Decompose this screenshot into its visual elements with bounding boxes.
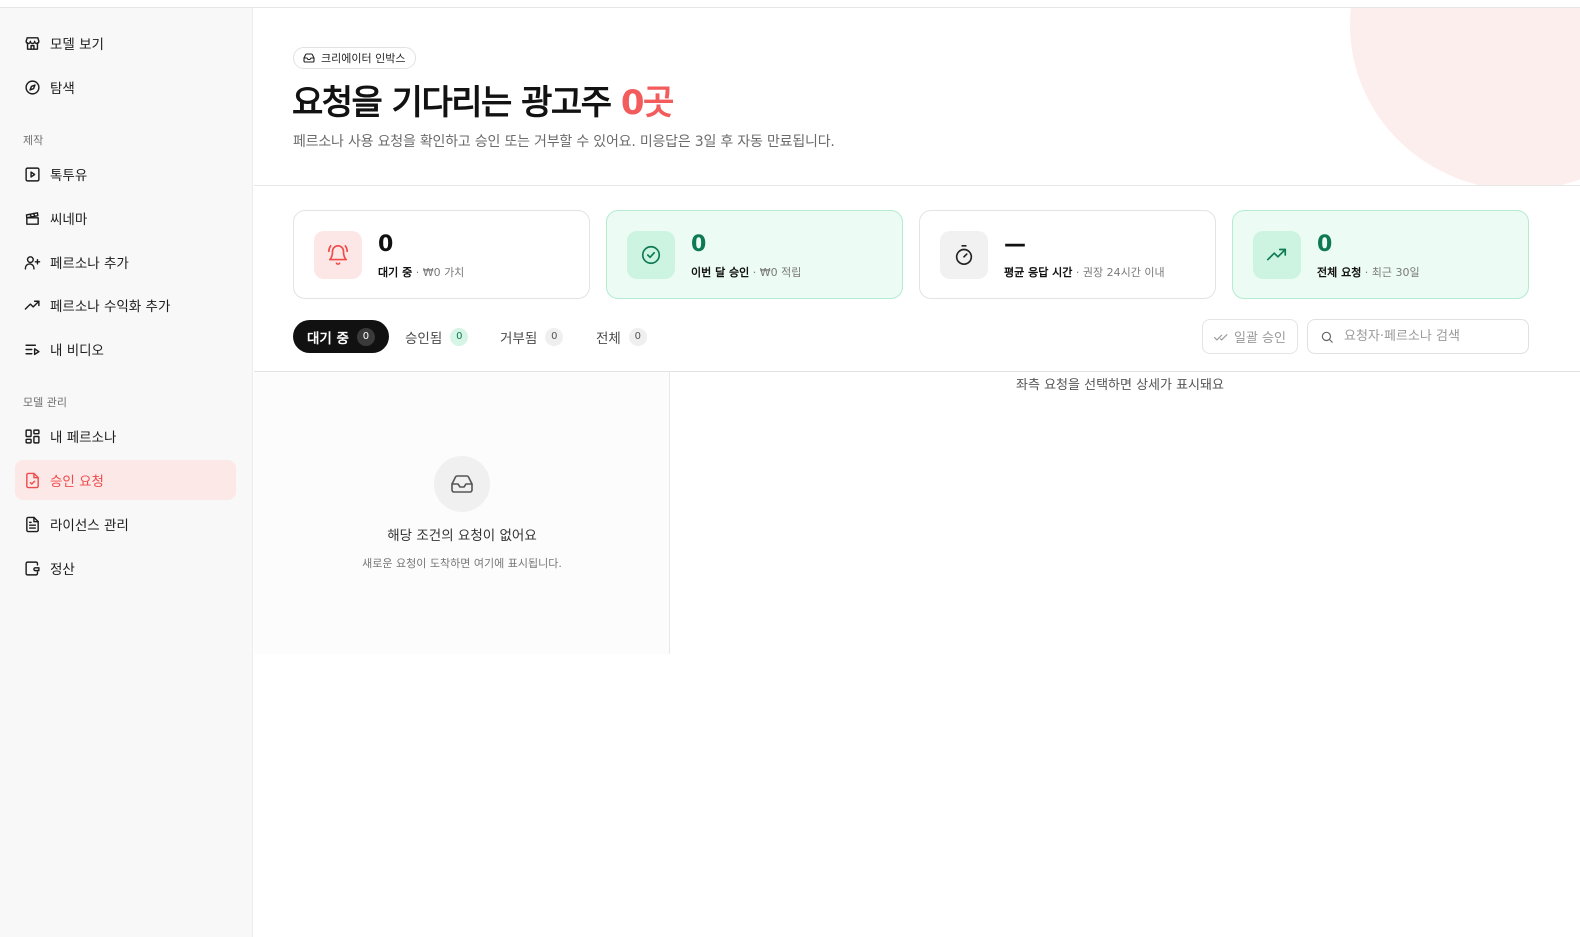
tab-label: 거부됨 (500, 330, 538, 347)
check-circle-icon (627, 231, 675, 279)
search-input[interactable] (1344, 329, 1514, 344)
stat-label: 이번 달 승인 (691, 266, 750, 279)
sidebar-item-model-view[interactable]: 모델 보기 (15, 23, 236, 63)
stat-note: · ₩0 적립 (749, 266, 802, 279)
bulk-approve-label: 일괄 승인 (1234, 331, 1286, 346)
tab-all[interactable]: 전체 0 (596, 320, 647, 353)
inbox-icon (303, 52, 315, 64)
page-header: 크리에이터 인박스 요청을 기다리는 광고주 0곳 페르소나 사용 요청을 확인… (254, 8, 1580, 186)
tab-count-badge: 0 (450, 327, 469, 346)
page-title: 요청을 기다리는 광고주 0곳 (292, 75, 674, 124)
sidebar-item-label: 내 페르소나 (50, 430, 117, 446)
creator-inbox-badge: 크리에이터 인박스 (293, 47, 417, 69)
sidebar-item-talk-to-you[interactable]: 톡투유 (15, 154, 236, 194)
stat-caption: 평균 응답 시간 · 권장 24시간 이내 (1004, 264, 1165, 280)
tab-pending[interactable]: 대기 중 0 (293, 320, 389, 353)
compass-icon (24, 79, 41, 96)
sidebar-item-cinema[interactable]: 씨네마 (15, 198, 236, 238)
sidebar-item-explore[interactable]: 탐색 (15, 67, 236, 107)
sidebar-item-settlement[interactable]: 정산 (15, 548, 236, 588)
sidebar-item-label: 내 비디오 (50, 343, 104, 359)
page-title-count: 0곳 (620, 83, 674, 123)
bulk-approve-button[interactable]: 일괄 승인 (1202, 319, 1298, 354)
stat-note: · 최근 30일 (1361, 266, 1420, 279)
stat-caption: 대기 중 · ₩0 가치 (378, 264, 464, 280)
tab-label: 승인됨 (405, 330, 443, 347)
wallet-icon (24, 560, 41, 577)
stat-card-avg-response-time: — 평균 응답 시간 · 권장 24시간 이내 (919, 210, 1216, 299)
tab-approved[interactable]: 승인됨 0 (405, 320, 469, 353)
section-label-model-management: 모델 관리 (23, 396, 67, 409)
sidebar-item-add-persona[interactable]: 페르소나 추가 (15, 242, 236, 282)
trending-up-icon (24, 297, 41, 314)
search-icon (1321, 331, 1333, 343)
trending-up-icon (1253, 231, 1301, 279)
tab-label: 전체 (596, 330, 621, 347)
tab-label: 대기 중 (307, 330, 349, 347)
sidebar-item-label: 탐색 (50, 81, 75, 97)
page-title-text: 요청을 기다리는 광고주 (292, 83, 621, 123)
sidebar-item-my-videos[interactable]: 내 비디오 (15, 329, 236, 369)
stat-card-total-requests: 0 전체 요청 · 최근 30일 (1232, 210, 1529, 299)
double-check-icon (1214, 333, 1228, 340)
timer-icon (940, 231, 988, 279)
clapperboard-icon (24, 210, 41, 227)
stat-value: 0 (1317, 232, 1333, 257)
stat-card-approved-this-month: 0 이번 달 승인 · ₩0 적립 (606, 210, 903, 299)
sidebar-item-label: 톡투유 (50, 168, 88, 184)
sidebar-item-label: 페르소나 수익화 추가 (50, 299, 171, 315)
sidebar-item-label: 페르소나 추가 (50, 256, 129, 272)
sidebar-item-label: 정산 (50, 562, 75, 578)
sidebar-item-label: 라이선스 관리 (50, 518, 129, 534)
sidebar-item-label: 승인 요청 (50, 474, 104, 490)
sidebar-item-approval-requests[interactable]: 승인 요청 (15, 460, 236, 500)
layout-grid-icon (24, 428, 41, 445)
tab-count-badge: 0 (628, 327, 647, 346)
decorative-circle (1350, 8, 1580, 185)
stat-value: 0 (378, 232, 394, 257)
stat-note: · ₩0 가치 (412, 266, 465, 279)
user-plus-icon (24, 254, 41, 271)
tab-count-badge: 0 (356, 327, 375, 346)
stat-caption: 전체 요청 · 최근 30일 (1317, 264, 1420, 280)
sidebar: 모델 보기 탐색 제작 톡투유 씨네마 페르소나 추가 페르소나 수익화 추가 (0, 8, 253, 937)
stat-card-pending: 0 대기 중 · ₩0 가치 (293, 210, 590, 299)
file-text-icon (24, 516, 41, 533)
stat-caption: 이번 달 승인 · ₩0 적립 (691, 264, 801, 280)
empty-state-title: 해당 조건의 요청이 없어요 (387, 528, 537, 544)
stat-note: · 권장 24시간 이내 (1072, 266, 1165, 279)
badge-label: 크리에이터 인박스 (321, 52, 406, 65)
file-check-icon (24, 472, 41, 489)
stat-label: 전체 요청 (1317, 266, 1362, 279)
sidebar-item-label: 모델 보기 (50, 37, 104, 53)
request-list-panel: 해당 조건의 요청이 없어요 새로운 요청이 도착하면 여기에 표시됩니다. (254, 372, 670, 654)
tab-count-badge: 0 (545, 327, 564, 346)
sidebar-item-label: 씨네마 (50, 212, 88, 228)
tab-rejected[interactable]: 거부됨 0 (500, 320, 564, 353)
sidebar-item-license-management[interactable]: 라이선스 관리 (15, 504, 236, 544)
store-icon (24, 35, 41, 52)
bell-icon (314, 231, 362, 279)
empty-state-description: 새로운 요청이 도착하면 여기에 표시됩니다. (362, 557, 562, 570)
section-label-create: 제작 (23, 134, 44, 147)
list-video-icon (24, 341, 41, 358)
play-square-icon (24, 166, 41, 183)
search-box (1307, 319, 1529, 354)
stat-value: — (1004, 232, 1026, 257)
inbox-icon (434, 456, 490, 512)
sidebar-item-my-persona[interactable]: 내 페르소나 (15, 416, 236, 456)
sidebar-item-add-persona-monetization[interactable]: 페르소나 수익화 추가 (15, 285, 236, 325)
detail-placeholder-text: 좌측 요청을 선택하면 상세가 표시돼요 (1016, 378, 1224, 393)
stat-value: 0 (691, 232, 707, 257)
stat-label: 대기 중 (378, 266, 413, 279)
stat-label: 평균 응답 시간 (1004, 266, 1073, 279)
page-subtitle: 페르소나 사용 요청을 확인하고 승인 또는 거부할 수 있어요. 미응답은 3… (293, 134, 835, 150)
